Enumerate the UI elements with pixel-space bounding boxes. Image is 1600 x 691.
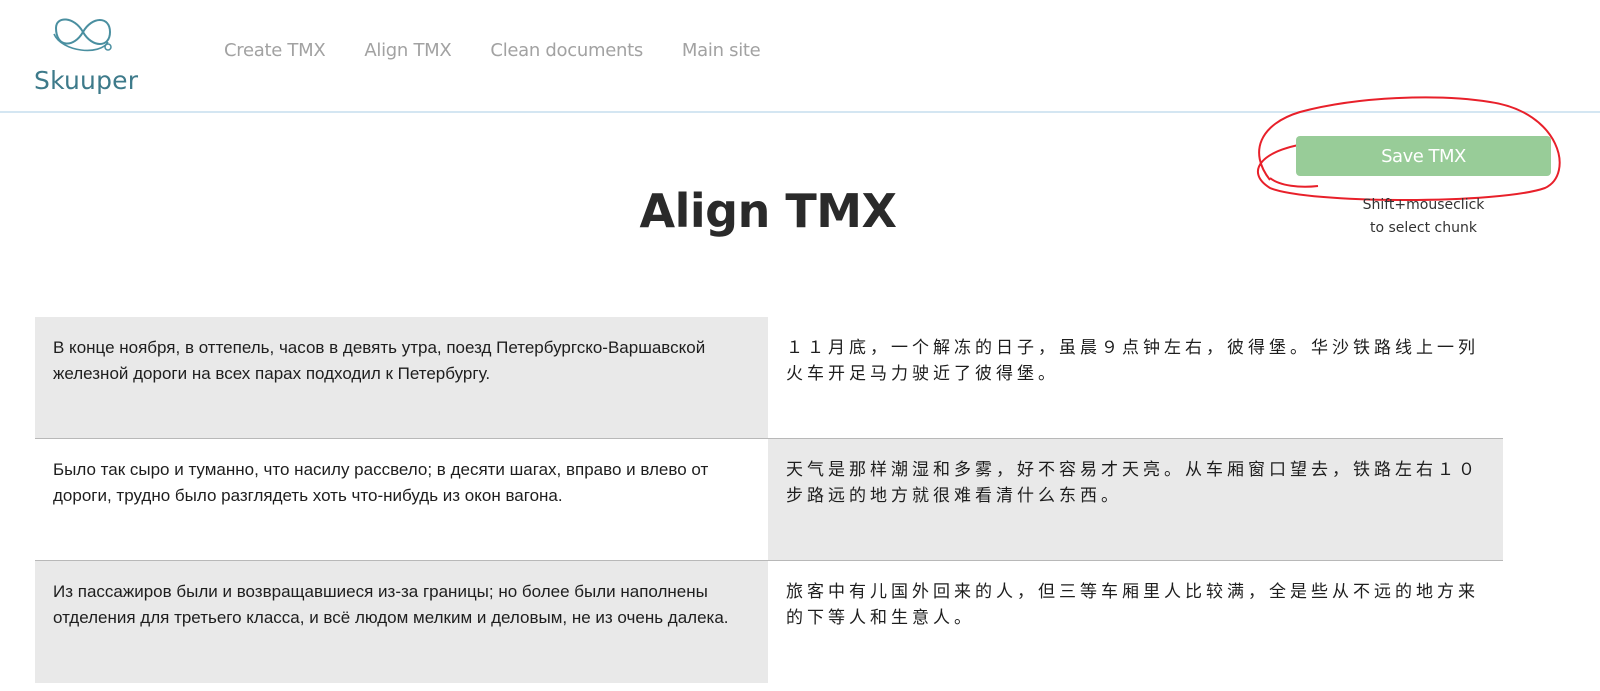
nav-create-tmx[interactable]: Create TMX — [224, 40, 326, 61]
target-segment[interactable]: １１月底，一个解冻的日子，虽晨９点钟左右，彼得堡。华沙铁路线上一列火车开足马力驶… — [768, 317, 1503, 438]
source-segment[interactable]: Было так сыро и туманно, что насилу расс… — [35, 439, 768, 560]
alignment-row: Из пассажиров были и возвращавшиеся из-з… — [35, 561, 1503, 683]
nav-clean-documents[interactable]: Clean documents — [490, 40, 643, 61]
alignment-row: Было так сыро и туманно, что насилу расс… — [35, 439, 1503, 561]
skuuper-logo[interactable]: Skuuper — [30, 12, 140, 95]
nav-align-tmx[interactable]: Align TMX — [364, 40, 451, 61]
page-title: Align TMX — [639, 184, 897, 238]
alignment-row: В конце ноября, в оттепель, часов в девя… — [35, 317, 1503, 439]
source-segment[interactable]: Из пассажиров были и возвращавшиеся из-з… — [35, 561, 768, 683]
top-navbar: Skuuper Create TMX Align TMX Clean docum… — [0, 0, 1600, 113]
nav-main-site[interactable]: Main site — [682, 40, 761, 61]
target-segment[interactable]: 旅客中有儿国外回来的人，但三等车厢里人比较满，全是些从不远的地方来的下等人和生意… — [768, 561, 1503, 683]
logo-text: Skuuper — [34, 66, 139, 95]
logo-infinity-icon — [53, 18, 112, 52]
target-segment[interactable]: 天气是那样潮湿和多雾，好不容易才天亮。从车厢窗口望去，铁路左右１０步路远的地方就… — [768, 439, 1503, 560]
alignment-table: В конце ноября, в оттепель, часов в девя… — [35, 317, 1503, 683]
save-tmx-button[interactable]: Save TMX — [1296, 136, 1551, 176]
source-segment[interactable]: В конце ноября, в оттепель, часов в девя… — [35, 317, 768, 438]
main-nav: Create TMX Align TMX Clean documents Mai… — [224, 40, 799, 61]
